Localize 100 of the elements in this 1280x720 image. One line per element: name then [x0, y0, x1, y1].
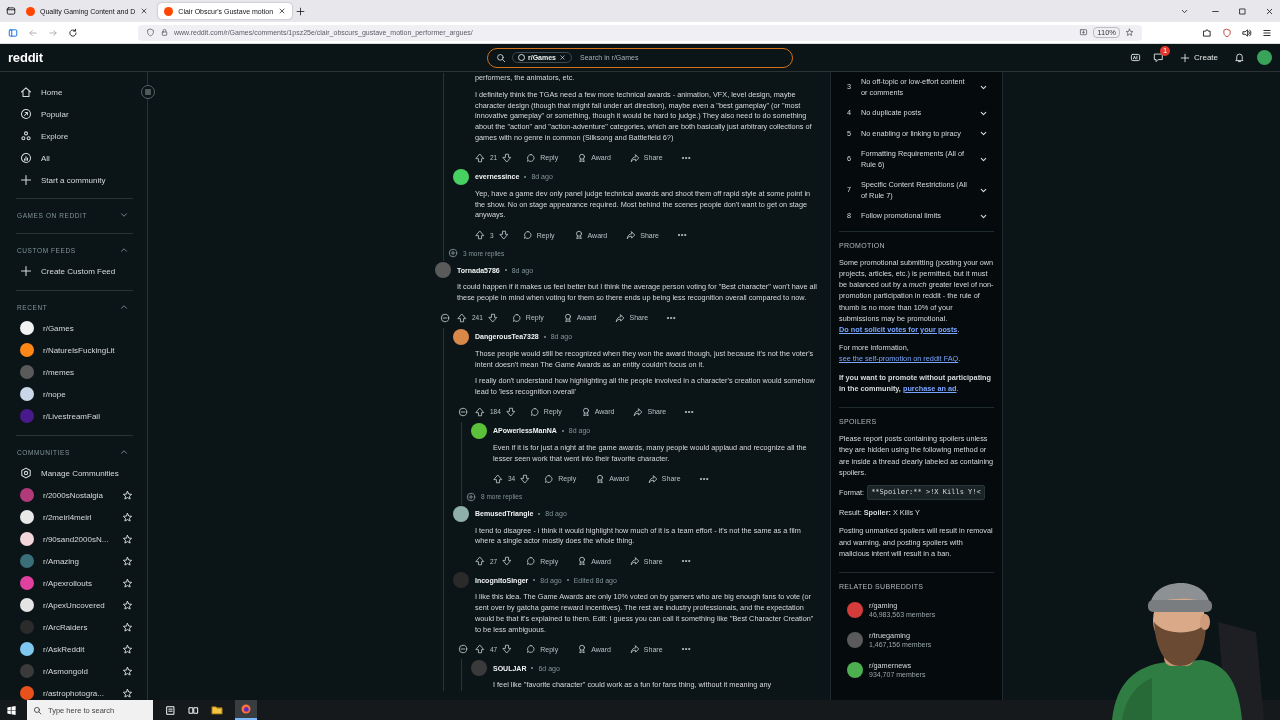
close-icon[interactable] [140, 7, 149, 15]
folder-icon[interactable] [211, 704, 223, 716]
collapse-icon[interactable] [457, 644, 468, 655]
plus-icon [20, 265, 32, 277]
favicon-icon [26, 6, 35, 16]
comment-icon [522, 230, 533, 241]
community-item[interactable]: r/AskReddit [16, 638, 133, 660]
logo[interactable]: reddit [8, 50, 43, 65]
upvote-icon[interactable] [475, 152, 485, 163]
community-item[interactable]: r/NatureIsFuckingLit [16, 339, 133, 361]
nav-item[interactable]: All [16, 147, 133, 169]
home-icon [20, 86, 32, 98]
task-view-icon[interactable] [188, 704, 199, 716]
community-item[interactable]: r/Amazing [16, 550, 133, 572]
award-icon [577, 556, 588, 567]
browser-icon[interactable] [240, 703, 252, 715]
chat-icon[interactable] [1153, 52, 1164, 63]
close-icon[interactable] [559, 54, 567, 61]
community-item[interactable]: r/astrophotogra... [16, 682, 133, 700]
star-icon[interactable] [122, 621, 133, 633]
sidebar-icon[interactable] [8, 27, 18, 38]
share-icon [647, 473, 658, 484]
collapse-icon[interactable] [439, 312, 450, 323]
menu-icon [144, 88, 152, 96]
community-item[interactable]: r/memes [16, 361, 133, 383]
star-icon[interactable] [122, 533, 133, 545]
star-icon[interactable] [122, 555, 133, 567]
share-icon [629, 556, 640, 567]
nav-item[interactable]: Explore [16, 125, 133, 147]
bookmark-star-icon[interactable] [1125, 28, 1134, 37]
share-icon [629, 644, 640, 655]
downvote-icon[interactable] [487, 312, 498, 323]
upvote-icon[interactable] [475, 556, 485, 567]
notes-icon[interactable] [165, 704, 176, 716]
community-item[interactable]: r/ApexUncovered [16, 594, 133, 616]
maximize-icon[interactable] [1238, 6, 1247, 16]
star-icon[interactable] [122, 687, 133, 699]
plus-icon[interactable] [296, 6, 306, 16]
upvote-icon[interactable] [475, 406, 485, 417]
share-icon [629, 152, 640, 163]
community-item[interactable]: r/Games [16, 317, 133, 339]
community-item[interactable]: r/2meirl4meirl [16, 506, 133, 528]
award-icon [595, 473, 606, 484]
menu-button[interactable] [141, 85, 155, 99]
share-icon [615, 312, 626, 323]
extension-icon[interactable] [1202, 27, 1212, 38]
reload-icon[interactable] [68, 27, 78, 38]
comment-icon [526, 556, 537, 567]
upvote-icon[interactable] [493, 473, 503, 484]
downvote-icon[interactable] [502, 152, 513, 163]
tab-list-icon [6, 6, 16, 16]
avatar-icon[interactable] [1257, 50, 1272, 65]
community-item[interactable]: r/Asmongold [16, 660, 133, 682]
community-item[interactable]: r/90sand2000sN... [16, 528, 133, 550]
upvote-icon[interactable] [457, 312, 467, 323]
gear-icon [20, 467, 32, 479]
collapse-icon[interactable] [457, 406, 468, 417]
close-icon[interactable] [278, 7, 287, 15]
comment-icon [544, 473, 555, 484]
downvote-icon[interactable] [502, 644, 513, 655]
search-icon [496, 52, 506, 63]
bell-icon[interactable] [1234, 52, 1245, 63]
star-icon[interactable] [122, 511, 133, 523]
community-item[interactable]: r/Apexrollouts [16, 572, 133, 594]
award-icon [562, 312, 573, 323]
download-icon[interactable] [1079, 28, 1089, 37]
plus-icon [1180, 52, 1190, 63]
community-item[interactable]: r/ArcRaiders [16, 616, 133, 638]
shield-icon[interactable] [1222, 27, 1232, 38]
windows-icon[interactable] [6, 704, 17, 716]
advertise-icon[interactable] [1130, 52, 1141, 63]
award-icon [577, 152, 588, 163]
trending-arrow-icon [20, 108, 32, 120]
speaker-icon[interactable] [1242, 27, 1252, 38]
upvote-icon[interactable] [475, 230, 485, 241]
nav-item[interactable]: Popular [16, 103, 133, 125]
comment-icon [526, 644, 537, 655]
downvote-icon[interactable] [505, 406, 516, 417]
upvote-icon[interactable] [475, 644, 485, 655]
shield-icon [146, 28, 155, 37]
downvote-icon[interactable] [498, 230, 509, 241]
award-icon [580, 406, 591, 417]
nav-item[interactable]: Start a community [16, 169, 133, 191]
star-icon[interactable] [122, 643, 133, 655]
community-item[interactable]: r/LivestreamFail [16, 405, 133, 427]
star-icon[interactable] [122, 665, 133, 677]
community-item[interactable]: r/nope [16, 383, 133, 405]
star-icon[interactable] [122, 577, 133, 589]
community-item[interactable]: r/2000sNostalgia [16, 484, 133, 506]
nav-item[interactable]: Create Custom Feed [16, 260, 133, 282]
plus-icon [20, 174, 32, 186]
nav-item[interactable]: Home [16, 81, 133, 103]
nav-item[interactable]: Manage Communities [16, 462, 133, 484]
menu-icon[interactable] [1262, 27, 1272, 38]
star-icon[interactable] [122, 599, 133, 611]
downvote-icon[interactable] [502, 556, 513, 567]
star-icon[interactable] [122, 489, 133, 501]
downvote-icon[interactable] [520, 473, 531, 484]
close-icon[interactable] [1265, 6, 1274, 16]
create-button[interactable]: Create [1176, 50, 1222, 65]
